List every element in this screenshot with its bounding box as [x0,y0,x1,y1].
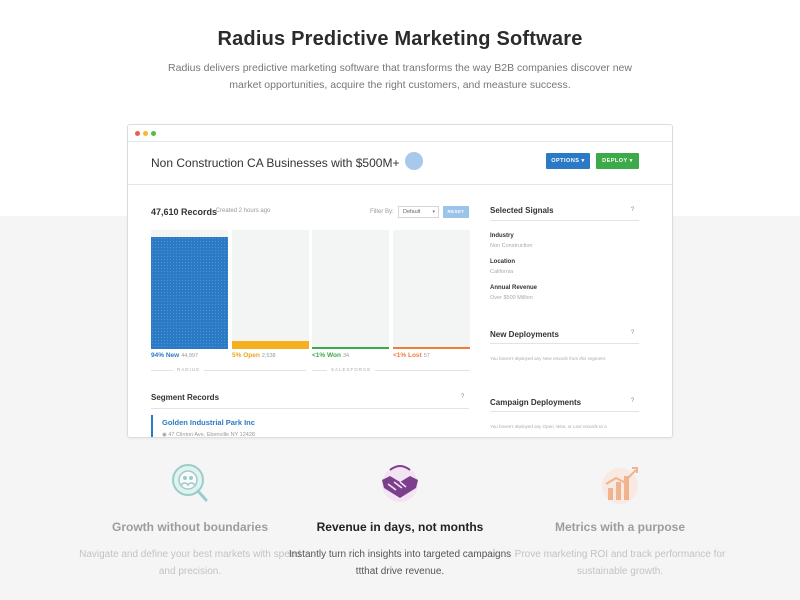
feature-revenue: Revenue in days, not months Instantly tu… [285,460,515,580]
deploy-button[interactable]: DEPLOY ▾ [596,153,639,169]
chart-growth-icon [602,467,638,504]
filter-select-value: Default [403,209,421,215]
feature-title: Growth without boundaries [112,520,268,534]
records-created: · Created 2 hours ago [212,208,271,214]
options-button[interactable]: OPTIONS ▾ [546,153,590,169]
signal-label: Location [490,259,515,265]
record-bar-count: 2,538 [261,353,276,359]
divider [490,343,639,344]
app-window: Non Construction CA Businesses with $500… [127,124,673,438]
new-deployments-note: You haven't deployed any New records fro… [490,356,607,361]
signal-label: Industry [490,233,514,239]
window-titlebar [128,125,672,142]
signal-value: Non Construction [490,243,533,249]
signal-label: Annual Revenue [490,285,538,291]
record-bar-percent: <1% Lost [393,352,422,359]
record-bar-count: 57 [423,353,430,359]
feature-metrics: Metrics with a purpose Prove marketing R… [505,460,735,580]
feature-title: Metrics with a purpose [554,520,686,534]
feature-description: Instantly turn rich insights into target… [288,549,512,577]
record-bar-column[interactable] [151,230,228,349]
record-bar-count: 44,997 [181,353,199,359]
record-bar-column[interactable] [312,230,389,349]
new-deployments-title: New Deployments [490,330,559,339]
record-bar-column[interactable] [393,230,470,349]
handshake-icon [382,465,418,502]
record-accent-bar [151,415,153,437]
segment-title: Non Construction CA Businesses with $500… [151,156,400,170]
record-bar-percent: 5% Open [232,352,260,359]
filter-select[interactable]: Default ▾ [398,206,439,218]
campaign-deployments-title: Campaign Deployments [490,398,582,407]
feature-growth: Growth without boundaries Navigate and d… [75,460,305,580]
record-bar-baseline [232,347,309,349]
record-bar-label: <1% Won 34 [312,352,349,359]
group-label-salesforce: SALESFORCE [327,367,376,372]
record-bar-label: 94% New 44,997 [151,352,198,359]
record-bar-count: 34 [342,353,350,359]
divider [490,411,639,412]
signal-value: Over $500 Million [490,295,533,301]
records-count: 47,610 Records [151,207,218,217]
divider [151,408,469,409]
record-bar-label: <1% Lost 57 [393,352,430,359]
record-bar-fill [151,237,228,347]
help-icon[interactable]: ? [628,397,637,406]
signal-value: California [490,269,514,275]
segment-records-title: Segment Records [151,393,220,402]
segment-record-address: ◉ 47 Clinton Ave, Ebenville NY 12428 [162,432,255,438]
features-row: Growth without boundaries Navigate and d… [0,460,800,600]
group-label-radius: RADIUS [173,367,205,372]
record-bar-percent: 94% New [151,352,180,359]
reset-button[interactable]: RESET [443,206,469,218]
segment-header: Non Construction CA Businesses with $500… [128,142,672,185]
page-subtitle: Radius delivers predictive marketing sof… [168,62,632,91]
help-icon[interactable]: ? [628,206,637,215]
search-people-icon [172,464,208,502]
record-bar-baseline [312,347,389,349]
chevron-down-icon: ▾ [432,209,435,215]
maximize-dot-icon[interactable] [151,131,156,136]
close-dot-icon[interactable] [135,131,140,136]
record-bar-column[interactable] [232,230,309,349]
minimize-dot-icon[interactable] [143,131,148,136]
filter-label: Filter By: [370,209,394,215]
record-bar-percent: <1% Won [312,352,341,359]
segment-record-name[interactable]: Golden Industrial Park Inc [162,418,255,427]
record-bar-baseline [151,347,228,349]
help-icon[interactable]: ? [458,393,467,402]
campaign-deployments-note: You haven't deployed any Open, Won, or L… [490,424,607,429]
record-bar-baseline [393,347,470,349]
feature-title: Revenue in days, not months [316,520,484,534]
divider [490,220,639,221]
help-icon[interactable]: ? [628,329,637,338]
feature-description: Navigate and define your best markets wi… [79,549,301,577]
cursor-indicator-icon [405,152,423,170]
record-bar-label: 5% Open 2,538 [232,352,276,359]
page-title: Radius Predictive Marketing Software [217,28,583,50]
selected-signals-title: Selected Signals [490,206,554,215]
feature-description: Prove marketing ROI and track performanc… [514,549,726,577]
